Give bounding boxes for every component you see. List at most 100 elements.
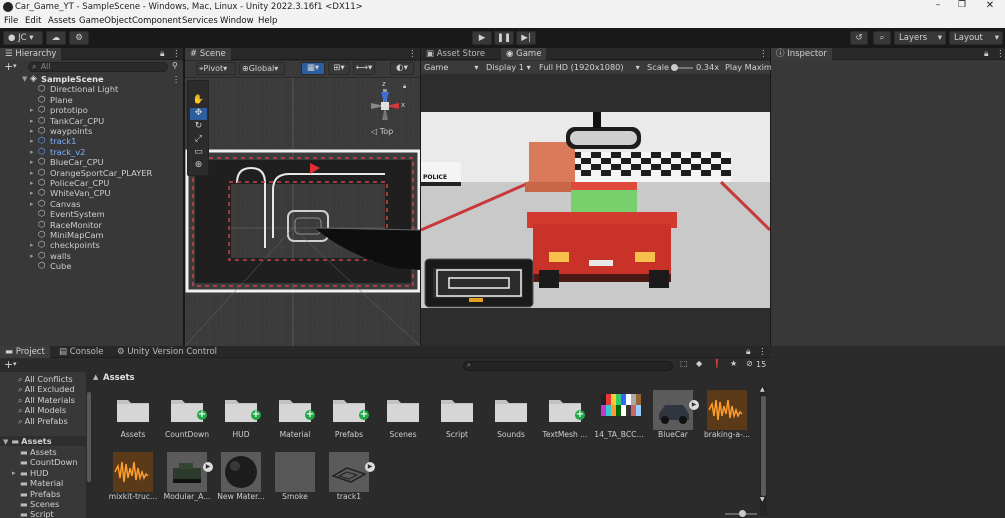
rect-tool-button[interactable]: ▭ [190,147,207,159]
kebab-menu-icon[interactable]: ⋮ [759,48,768,60]
play-preview-icon[interactable]: ▶ [203,462,213,472]
expand-arrow-icon[interactable]: ▸ [30,178,38,188]
chevron-down-icon[interactable]: ▾ [13,62,17,70]
hierarchy-search-input[interactable]: ⌕ All [28,62,168,72]
hierarchy-item[interactable]: ⬡ MiniMapCam [0,230,183,240]
tab-inspector[interactable]: ⓘ Inspector [771,48,832,60]
kebab-menu-icon[interactable]: ⋮ [758,346,767,358]
asset-item[interactable]: ▶ Modular_A... [164,448,213,508]
asset-item[interactable]: New Mater... [217,448,265,508]
expand-arrow-icon[interactable]: ▼ [3,438,8,446]
hierarchy-item[interactable]: ⬡ EventSystem [0,209,183,219]
kebab-menu-icon[interactable]: ⋮ [172,48,181,60]
hierarchy-item[interactable]: ▸ ⬡ checkpoints [0,240,183,250]
display-mode-dropdown[interactable]: Game ▾ [424,61,479,74]
expand-arrow-icon[interactable]: ▸ [30,168,38,178]
hierarchy-item[interactable]: ⬡ Plane [0,95,183,105]
asset-item[interactable]: + CountDown [165,386,209,446]
hierarchy-item[interactable]: ⬡ RaceMonitor [0,220,183,230]
kebab-menu-icon[interactable]: ⋮ [172,74,180,84]
resolution-dropdown[interactable]: Full HD (1920x1080) ▾ [539,61,640,74]
hidden-packages-icon[interactable]: ⊘ [746,359,753,368]
expand-arrow-icon[interactable]: ▸ [30,199,38,209]
move-tool-button[interactable]: ✥ [190,108,207,120]
tab-project[interactable]: ▬ Project [0,346,50,358]
tab-scene[interactable]: # Scene [185,48,231,60]
menu-gameobject[interactable]: GameObject [79,16,132,26]
favorite-item[interactable]: ⌕ All Materials [18,395,75,405]
asset-item[interactable]: + Material [273,386,317,446]
menu-component[interactable]: Component [132,16,181,26]
hand-tool-button[interactable]: ✋ [190,95,207,107]
draw-mode-button[interactable]: ◐▾ [390,62,414,75]
expand-arrow-icon[interactable]: ▸ [30,251,38,261]
chevron-down-icon[interactable]: ▾ [13,360,17,368]
hierarchy-item[interactable]: ▸ ⬡ walls [0,251,183,261]
scene-row[interactable]: ▼ ◈ SampleScene ⋮ [0,74,183,84]
snap-increment-button[interactable]: ⊞▾ [328,62,350,75]
expand-arrow-icon[interactable]: ▸ [30,136,38,146]
add-icon[interactable]: + [4,358,13,371]
scroll-down-icon[interactable]: ▼ [760,496,765,503]
warning-filter-icon[interactable]: ❗ [712,359,722,368]
asset-item[interactable]: mixkit-truc... [109,448,157,508]
expand-arrow-icon[interactable]: ▸ [30,188,38,198]
orientation-gizmo[interactable]: z x 🔒︎ ◁ Top [363,80,409,139]
zoom-slider-handle[interactable] [739,510,746,517]
hierarchy-item[interactable]: ▸ ⬡ waypoints [0,126,183,136]
expand-arrow-icon[interactable]: ▸ [30,147,38,157]
favorite-item[interactable]: ⌕ All Prefabs [18,416,68,426]
scale-slider-handle[interactable] [671,64,678,71]
asset-zoom-slider[interactable] [725,510,757,517]
hierarchy-item[interactable]: ⬡ Directional Light [0,84,183,94]
kebab-menu-icon[interactable]: ⋮ [996,48,1005,60]
minimize-icon[interactable]: – [928,0,948,14]
lock-icon[interactable]: 🔒︎ [160,48,165,60]
asset-item[interactable]: Assets [111,386,155,446]
close-icon[interactable]: ✕ [980,0,1000,14]
menu-services[interactable]: Services [182,16,218,26]
play-preview-icon[interactable]: ▶ [365,462,375,472]
expand-arrow-icon[interactable]: ▸ [30,240,38,250]
gizmo-lock-icon[interactable]: 🔒︎ [403,83,406,91]
asset-item[interactable]: 14_TA_BCC... [594,386,644,446]
scrollbar-thumb[interactable] [761,396,766,496]
menu-assets[interactable]: Assets [48,16,76,26]
hierarchy-item[interactable]: ▸ ⬡ Canvas [0,199,183,209]
hierarchy-item[interactable]: ▸ ⬡ WhiteVan_CPU [0,188,183,198]
account-button[interactable]: ● JC ▾ [3,31,43,45]
hierarchy-item[interactable]: ▸ ⬡ track_v2 [0,147,183,157]
project-search-input[interactable]: ⌕ [463,361,673,371]
play-button[interactable]: ▶ [472,31,492,45]
history-button[interactable]: ↺ [850,31,868,45]
game-viewport[interactable]: POLICE [421,112,770,308]
lock-icon[interactable]: 🔒︎ [746,346,751,358]
search-button[interactable]: ⌕ [873,31,891,45]
hierarchy-item[interactable]: ▸ ⬡ TankCar_CPU [0,116,183,126]
step-button[interactable]: ▶| [516,31,536,45]
menu-help[interactable]: Help [258,16,277,26]
hierarchy-item[interactable]: ▸ ⬡ prototipo [0,105,183,115]
layout-dropdown[interactable]: Layout ▾ [949,31,1003,45]
asset-item[interactable]: Sounds [489,386,533,446]
pause-button[interactable]: ❚❚ [494,31,514,45]
breadcrumb[interactable]: Assets [103,373,135,383]
scene-viewport[interactable]: ✋ ✥ ↻ ⤢ ▭ ⊛ z x 🔒︎ ◁ Top [185,78,420,346]
tab-game[interactable]: ◉ Game [501,48,547,60]
hierarchy-item[interactable]: ⬡ Cube [0,261,183,271]
favorite-item[interactable]: ⌕ All Conflicts [18,374,73,384]
rotate-tool-button[interactable]: ↻ [190,121,207,133]
asset-item[interactable]: ▶ BlueCar [651,386,699,446]
scrollbar-thumb[interactable] [87,392,91,482]
asset-item[interactable]: + TextMesh ... [542,386,588,446]
search-options-icon[interactable]: ⚲ [172,61,178,70]
menu-file[interactable]: File [4,16,18,26]
add-icon[interactable]: + [4,60,13,73]
hierarchy-item[interactable]: ▸ ⬡ track1 [0,136,183,146]
play-preview-icon[interactable]: ▶ [689,400,699,410]
expand-arrow-icon[interactable]: ▸ [30,105,38,115]
favorite-item[interactable]: ⌕ All Excluded [18,384,75,394]
global-dropdown[interactable]: ⊕Global▾ [239,62,285,75]
hierarchy-item[interactable]: ▸ ⬡ OrangeSportCar_PLAYER [0,168,183,178]
expand-arrow-icon[interactable]: ▸ [30,126,38,136]
